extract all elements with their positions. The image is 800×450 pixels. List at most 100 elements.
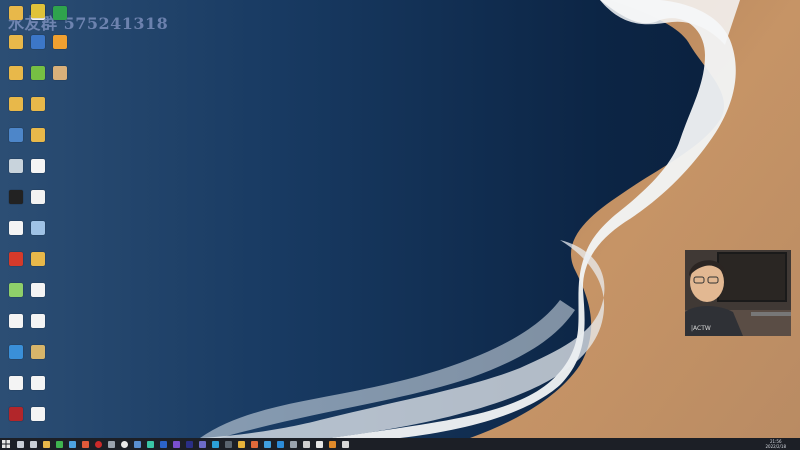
browser-icon <box>120 440 128 448</box>
desktop-icon[interactable] <box>47 64 73 92</box>
taskbar-app-button[interactable] <box>301 439 311 449</box>
desktop-icon[interactable] <box>25 95 51 123</box>
taskbar-app-button[interactable] <box>314 439 324 449</box>
taskbar-app-button[interactable] <box>41 439 51 449</box>
taskbar-app-button[interactable] <box>288 439 298 449</box>
desktop-icon[interactable] <box>25 126 51 154</box>
folder-icon <box>9 6 23 20</box>
webcam-overlay: |ACTW <box>685 250 791 336</box>
desktop-icon[interactable] <box>25 2 51 30</box>
app-icon <box>250 440 258 448</box>
taskbar-app-button[interactable] <box>67 439 77 449</box>
disc-icon <box>31 190 45 204</box>
app-icon <box>276 440 284 448</box>
app-icon <box>263 440 271 448</box>
app-icon <box>315 440 323 448</box>
desktop-icon[interactable] <box>25 157 51 185</box>
app-icon <box>172 440 180 448</box>
book-icon <box>31 345 45 359</box>
taskbar-app-button[interactable] <box>210 439 220 449</box>
desktop-icon[interactable] <box>25 374 51 402</box>
file-icon <box>9 376 23 390</box>
app-icon <box>198 440 206 448</box>
desktop-icon[interactable] <box>25 312 51 340</box>
taskbar-app-button[interactable] <box>15 439 25 449</box>
taskbar-app-button[interactable] <box>80 439 90 449</box>
file-icon <box>9 314 23 328</box>
folder-icon <box>9 66 23 80</box>
file-icon <box>31 407 45 421</box>
taskbar-app-button[interactable] <box>275 439 285 449</box>
taskbar-app-button[interactable] <box>145 439 155 449</box>
ocean-wallpaper <box>0 0 800 438</box>
circle-icon <box>94 440 102 448</box>
file-icon <box>9 221 23 235</box>
taskbar-app-button[interactable] <box>106 439 116 449</box>
media-icon <box>81 440 89 448</box>
desktop-icon[interactable] <box>25 281 51 309</box>
taskbar-app-button[interactable] <box>93 439 103 449</box>
desktop-icon[interactable] <box>47 33 73 61</box>
app-icon <box>211 440 219 448</box>
file-icon <box>31 314 45 328</box>
taskbar-app-list <box>12 439 350 449</box>
leaf-icon <box>9 283 23 297</box>
taskbar: 21:56 2022/2/18 <box>0 438 800 450</box>
gear-icon <box>31 4 45 18</box>
document-icon <box>9 190 23 204</box>
taskbar-app-button[interactable] <box>236 439 246 449</box>
desktop-icon[interactable] <box>25 188 51 216</box>
taskbar-app-button[interactable] <box>340 439 350 449</box>
taskbar-app-button[interactable] <box>262 439 272 449</box>
red-app-icon <box>9 252 23 266</box>
folder-icon <box>31 128 45 142</box>
system-tray-clock[interactable]: 21:56 2022/2/18 <box>765 438 786 450</box>
taskbar-app-button[interactable] <box>223 439 233 449</box>
desktop[interactable]: 水友群 575241318 |ACTW <box>0 0 800 438</box>
desktop-icon[interactable] <box>25 343 51 371</box>
app-icon <box>68 440 76 448</box>
plane-icon <box>9 345 23 359</box>
taskbar-app-button[interactable] <box>171 439 181 449</box>
taskbar-app-button[interactable] <box>54 439 64 449</box>
check-icon <box>341 440 349 448</box>
clock-date: 2022/2/18 <box>765 444 786 449</box>
desktop-icon[interactable] <box>25 219 51 247</box>
taskbar-app-button[interactable] <box>249 439 259 449</box>
taskbar-app-button[interactable] <box>132 439 142 449</box>
folder-icon <box>9 97 23 111</box>
globe-icon <box>31 66 45 80</box>
app-icon <box>328 440 336 448</box>
taskbar-app-button[interactable] <box>327 439 337 449</box>
file-icon <box>31 283 45 297</box>
app-icon <box>133 440 141 448</box>
shortcut-icon <box>31 221 45 235</box>
taskbar-app-button[interactable] <box>184 439 194 449</box>
app-icon <box>302 440 310 448</box>
file-icon <box>31 159 45 173</box>
taskbar-app-button[interactable] <box>158 439 168 449</box>
folder-icon <box>31 252 45 266</box>
chat-icon <box>55 440 63 448</box>
taskbar-app-button[interactable] <box>119 439 129 449</box>
desktop-icon[interactable] <box>25 405 51 433</box>
mp-icon <box>31 35 45 49</box>
taskbar-app-button[interactable] <box>197 439 207 449</box>
game-icon <box>9 407 23 421</box>
start-button[interactable] <box>0 438 12 450</box>
app-icon <box>159 440 167 448</box>
app-icon <box>146 440 154 448</box>
app-icon <box>289 440 297 448</box>
app-icon <box>185 440 193 448</box>
file-icon <box>31 376 45 390</box>
app-icon <box>237 440 245 448</box>
window-icon <box>9 128 23 142</box>
search-icon <box>16 440 24 448</box>
avatar-icon <box>53 66 67 80</box>
app-icon <box>107 440 115 448</box>
windows-logo-icon <box>2 440 10 448</box>
warning-icon <box>53 35 67 49</box>
app-icon <box>224 440 232 448</box>
desktop-icon[interactable] <box>25 250 51 278</box>
taskbar-app-button[interactable] <box>28 439 38 449</box>
